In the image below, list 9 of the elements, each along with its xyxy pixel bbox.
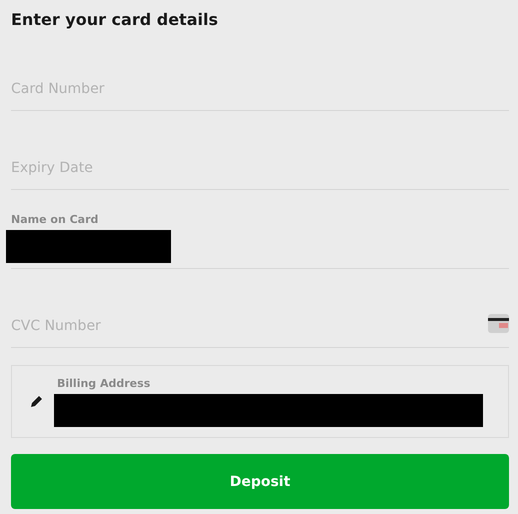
field-label: Name on Card <box>11 213 100 226</box>
field-label: Billing Address <box>57 376 152 390</box>
input-field[interactable]: CVC Number <box>11 318 480 334</box>
input-field[interactable]: Expiry Date <box>11 160 509 176</box>
billing-address-field[interactable]: Billing Address <box>11 365 509 438</box>
input-field[interactable]: Card Number <box>11 81 509 97</box>
deposit-button[interactable]: Deposit <box>11 454 509 509</box>
pencil-icon <box>30 395 43 408</box>
form-title: Enter your card details <box>11 9 219 31</box>
